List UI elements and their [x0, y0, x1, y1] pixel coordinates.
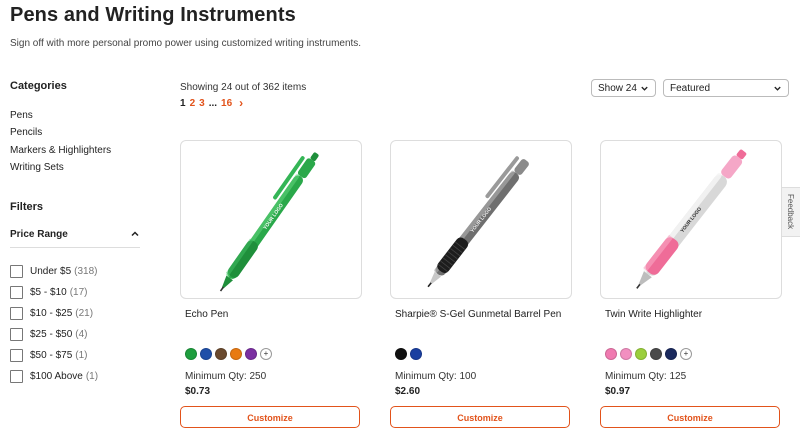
- price-range-title: Price Range: [10, 229, 68, 240]
- minimum-qty: Minimum Qty: 125: [605, 371, 687, 382]
- color-swatch[interactable]: [665, 348, 677, 360]
- next-page-icon[interactable]: ›: [239, 96, 243, 110]
- price-filter-50-75[interactable]: $50 - $75 (1): [10, 349, 88, 362]
- category-pens[interactable]: Pens: [10, 110, 33, 121]
- color-swatches: +: [185, 348, 272, 360]
- product-name[interactable]: Twin Write Highlighter: [605, 307, 775, 323]
- color-swatch[interactable]: [620, 348, 632, 360]
- per-page-select[interactable]: Show 24: [591, 79, 656, 97]
- color-swatch[interactable]: [185, 348, 197, 360]
- filters-title: Filters: [10, 201, 44, 213]
- checkbox[interactable]: [10, 265, 23, 278]
- color-swatch[interactable]: [395, 348, 407, 360]
- checkbox[interactable]: [10, 286, 23, 299]
- page-2[interactable]: 2: [190, 98, 196, 109]
- product-image-sharpie-pen[interactable]: YOUR LOGO: [390, 140, 572, 299]
- page-3[interactable]: 3: [199, 98, 205, 109]
- product-price: $0.73: [185, 386, 211, 397]
- page-16[interactable]: 16: [221, 98, 232, 109]
- price-filter-5-10[interactable]: $5 - $10 (17): [10, 286, 88, 299]
- checkbox[interactable]: [10, 307, 23, 320]
- category-markers-highlighters[interactable]: Markers & Highlighters: [10, 145, 111, 156]
- color-swatch[interactable]: [200, 348, 212, 360]
- pink-highlighter-image: YOUR LOGO: [636, 149, 747, 289]
- page-ellipsis: ...: [208, 97, 218, 109]
- price-filter-25-50[interactable]: $25 - $50 (4): [10, 328, 88, 341]
- customize-button[interactable]: Customize: [600, 406, 780, 428]
- product-price: $0.97: [605, 386, 631, 397]
- chevron-down-icon: [774, 86, 781, 91]
- category-writing-sets[interactable]: Writing Sets: [10, 162, 64, 173]
- categories-title: Categories: [10, 80, 67, 92]
- color-swatch[interactable]: [635, 348, 647, 360]
- minimum-qty: Minimum Qty: 250: [185, 371, 267, 382]
- green-pen-image: YOUR LOGO: [219, 152, 319, 292]
- color-swatch[interactable]: [650, 348, 662, 360]
- checkbox[interactable]: [10, 370, 23, 383]
- page-title: Pens and Writing Instruments: [10, 4, 296, 26]
- page-1[interactable]: 1: [180, 98, 186, 109]
- category-pencils[interactable]: Pencils: [10, 127, 42, 138]
- price-range-toggle[interactable]: Price Range: [10, 229, 140, 248]
- sort-select[interactable]: Featured: [663, 79, 789, 97]
- product-image-echo-pen[interactable]: YOUR LOGO: [180, 140, 362, 299]
- product-price: $2.60: [395, 386, 421, 397]
- minimum-qty: Minimum Qty: 100: [395, 371, 477, 382]
- checkbox[interactable]: [10, 328, 23, 341]
- color-swatches: [395, 348, 422, 360]
- price-filter-10-25[interactable]: $10 - $25 (21): [10, 307, 93, 320]
- color-swatches: +: [605, 348, 692, 360]
- gunmetal-pen-image: YOUR LOGO: [427, 156, 529, 288]
- color-swatch[interactable]: [245, 348, 257, 360]
- results-count: Showing 24 out of 362 items: [180, 82, 307, 93]
- product-name[interactable]: Sharpie® S-Gel Gunmetal Barrel Pen: [395, 307, 565, 323]
- price-filter-100-above[interactable]: $100 Above (1): [10, 370, 98, 383]
- product-name[interactable]: Echo Pen: [185, 307, 355, 323]
- more-colors-icon[interactable]: +: [260, 348, 272, 360]
- chevron-down-icon: [641, 86, 648, 91]
- color-swatch[interactable]: [605, 348, 617, 360]
- customize-button[interactable]: Customize: [390, 406, 570, 428]
- color-swatch[interactable]: [215, 348, 227, 360]
- customize-button[interactable]: Customize: [180, 406, 360, 428]
- color-swatch[interactable]: [230, 348, 242, 360]
- pagination: 1 2 3 ... 16 ›: [180, 96, 243, 110]
- product-image-twin-write-highlighter[interactable]: YOUR LOGO: [600, 140, 782, 299]
- color-swatch[interactable]: [410, 348, 422, 360]
- more-colors-icon[interactable]: +: [680, 348, 692, 360]
- price-filter-under-5[interactable]: Under $5 (318): [10, 265, 98, 278]
- chevron-up-icon: [131, 231, 139, 237]
- checkbox[interactable]: [10, 349, 23, 362]
- page-subtitle: Sign off with more personal promo power …: [10, 38, 362, 49]
